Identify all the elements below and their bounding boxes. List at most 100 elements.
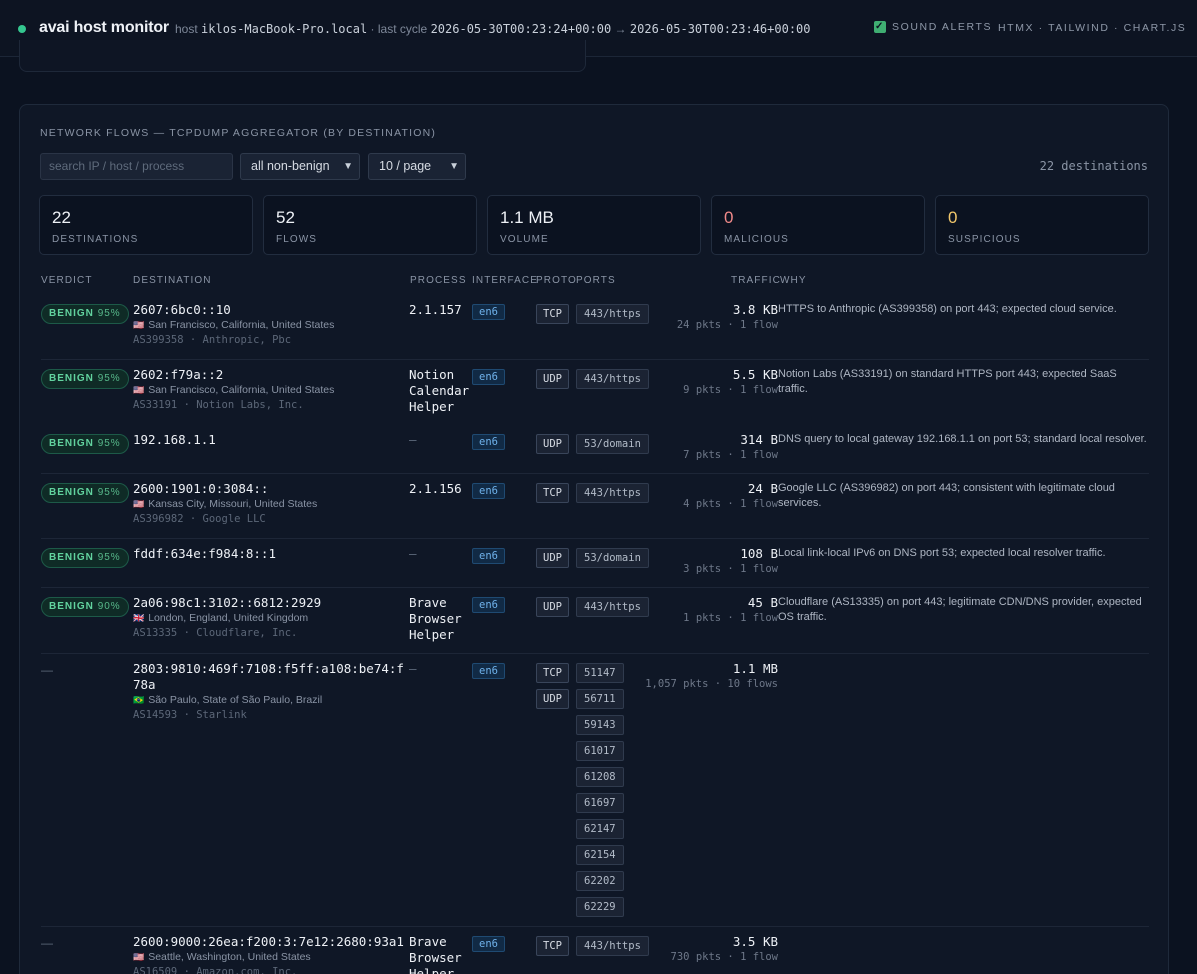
destination-ip: fddf:634e:f984:8::1 bbox=[133, 546, 276, 561]
destination-cell: 192.168.1.1 bbox=[133, 432, 411, 448]
destination-geo: 🇬🇧 London, England, United Kingdom bbox=[133, 612, 309, 624]
page-size-select[interactable]: 10 / page ▼ bbox=[368, 153, 466, 180]
destination-ip: 2600:1901:0:3084:: bbox=[133, 481, 269, 496]
destination-cell: 2600:1901:0:3084:: 🇺🇸 Kansas City, Missou… bbox=[133, 481, 411, 527]
stat-label: SUSPICIOUS bbox=[948, 234, 1021, 245]
checkbox-checked-icon[interactable]: ✓ bbox=[874, 21, 886, 33]
stat-value: 22 bbox=[52, 208, 71, 227]
destination-cell: 2a06:98c1:3102::6812:2929 🇬🇧 London, Engl… bbox=[133, 595, 411, 641]
verdict-reason: Local link-local IPv6 on DNS port 53; ex… bbox=[778, 547, 1106, 559]
app-title: avai host monitor bbox=[39, 19, 169, 36]
port-chip: 61208 bbox=[576, 767, 624, 787]
tech-stack: HTMX · TAILWIND · CHART.JS bbox=[998, 22, 1187, 34]
proto-badge: TCP bbox=[536, 936, 569, 956]
destination-geo: 🇺🇸 San Francisco, California, United Stat… bbox=[133, 384, 335, 396]
destination-cell: 2607:6bc0::10 🇺🇸 San Francisco, Californi… bbox=[133, 302, 411, 348]
sound-alerts-toggle[interactable]: ✓ SOUND ALERTS bbox=[874, 21, 992, 33]
proto-badge: UDP bbox=[536, 597, 569, 617]
interface-badge: en6 bbox=[472, 304, 505, 320]
verdict-badge: BENIGN 95% bbox=[41, 483, 129, 503]
cycle-label: · last cycle bbox=[370, 22, 428, 36]
port-chip: 61697 bbox=[576, 793, 624, 813]
interface-badge: en6 bbox=[472, 369, 505, 385]
table-row[interactable]: BENIGN 95% 2600:1901:0:3084:: 🇺🇸 Kansas C… bbox=[41, 474, 1149, 539]
traffic-volume: 3.5 KB bbox=[732, 934, 778, 949]
proto-badge: TCP bbox=[536, 483, 569, 503]
column-header-ports: PORTS bbox=[576, 275, 616, 286]
host-info: host iklos-MacBook-Pro.local · last cycl… bbox=[175, 22, 811, 36]
verdict-filter-select[interactable]: all non-benign ▼ bbox=[240, 153, 360, 180]
process-name: — bbox=[409, 432, 417, 447]
table-row[interactable]: BENIGN 95% 2607:6bc0::10 🇺🇸 San Francisco… bbox=[41, 295, 1149, 360]
table-row[interactable]: BENIGN 95% 192.168.1.1 — en6 UDP 53/doma… bbox=[41, 425, 1149, 474]
process-name: Brave Browser Helper bbox=[409, 595, 462, 642]
stat-label: FLOWS bbox=[276, 234, 318, 245]
page-size-value: 10 / page bbox=[379, 159, 432, 173]
panel-title: NETWORK FLOWS — TCPDUMP AGGREGATOR (BY D… bbox=[40, 127, 437, 139]
table-row[interactable]: — 2600:9000:26ea:f200:3:7e12:2680:93a1 🇺… bbox=[41, 927, 1149, 974]
stat-label: MALICIOUS bbox=[724, 234, 789, 245]
destination-ip: 2a06:98c1:3102::6812:2929 bbox=[133, 595, 322, 610]
destination-asn: AS33191 · Notion Labs, Inc. bbox=[133, 399, 304, 411]
destination-ip: 192.168.1.1 bbox=[133, 432, 216, 447]
column-header-traffic: TRAFFIC bbox=[731, 275, 781, 286]
destination-ip: 2602:f79a::2 bbox=[133, 367, 224, 382]
destination-cell: 2600:9000:26ea:f200:3:7e12:2680:93a1 🇺🇸 S… bbox=[133, 934, 411, 974]
port-chip: 443/https bbox=[576, 304, 649, 324]
verdict-badge: BENIGN 95% bbox=[41, 434, 129, 454]
country-flag-icon: 🇬🇧 bbox=[133, 613, 145, 623]
verdict-badge: BENIGN 95% bbox=[41, 548, 129, 568]
interface-badge: en6 bbox=[472, 483, 505, 499]
port-chip: 56711 bbox=[576, 689, 624, 709]
traffic-volume: 24 B bbox=[747, 481, 778, 496]
country-flag-icon: 🇺🇸 bbox=[133, 499, 145, 509]
process-name: 2.1.156 bbox=[409, 481, 462, 496]
destination-ip: 2600:9000:26ea:f200:3:7e12:2680:93a1 bbox=[133, 934, 404, 949]
process-name: 2.1.157 bbox=[409, 302, 462, 317]
country-flag-icon: 🇺🇸 bbox=[133, 320, 145, 330]
traffic-volume: 314 B bbox=[740, 432, 778, 447]
proto-badge: TCP bbox=[536, 663, 569, 683]
destination-cell: fddf:634e:f984:8::1 bbox=[133, 546, 411, 562]
table-row[interactable]: — 2803:9810:469f:7108:f5ff:a108:be74:f78… bbox=[41, 654, 1149, 927]
stat-label: DESTINATIONS bbox=[52, 234, 139, 245]
column-header-verdict: VERDICT bbox=[41, 275, 93, 286]
verdict-filter-value: all non-benign bbox=[251, 159, 330, 173]
traffic-packets: 3 pkts · 1 flow bbox=[683, 563, 778, 575]
proto-badge: UDP bbox=[536, 434, 569, 454]
traffic-packets: 24 pkts · 1 flow bbox=[676, 319, 778, 331]
destination-geo: 🇺🇸 Seattle, Washington, United States bbox=[133, 951, 311, 963]
column-header-why: WHY bbox=[780, 275, 807, 286]
port-chip: 443/https bbox=[576, 369, 649, 389]
table-row[interactable]: BENIGN 95% fddf:634e:f984:8::1 — en6 UDP… bbox=[41, 539, 1149, 588]
port-chip: 443/https bbox=[576, 936, 649, 956]
destination-count: 22 destinations bbox=[1039, 159, 1148, 173]
sound-alerts-label: SOUND ALERTS bbox=[892, 21, 993, 33]
traffic-volume: 108 B bbox=[740, 546, 778, 561]
verdict-reason: Cloudflare (AS13335) on port 443; legiti… bbox=[778, 596, 1142, 623]
process-name: Brave Browser Helper bbox=[409, 934, 462, 974]
port-chip: 51147 bbox=[576, 663, 624, 683]
table-row[interactable]: BENIGN 90% 2a06:98c1:3102::6812:2929 🇬🇧 L… bbox=[41, 588, 1149, 654]
host-label: host bbox=[175, 22, 198, 36]
destination-asn: AS396982 · Google LLC bbox=[133, 513, 266, 525]
destination-asn: AS399358 · Anthropic, Pbc bbox=[133, 334, 292, 346]
stat-value: 0 bbox=[724, 208, 734, 227]
search-input[interactable]: search IP / host / process bbox=[40, 153, 233, 180]
process-name: Notion Calendar Helper bbox=[409, 367, 470, 414]
proto-badge: UDP bbox=[536, 369, 569, 389]
stat-label: VOLUME bbox=[500, 234, 549, 245]
port-chip: 62229 bbox=[576, 897, 624, 917]
column-header-process: PROCESS bbox=[410, 275, 467, 286]
cycle-arrow: → bbox=[614, 22, 627, 36]
verdict-empty: — bbox=[41, 936, 53, 950]
stat-value: 52 bbox=[276, 208, 295, 227]
destination-geo: 🇺🇸 Kansas City, Missouri, United States bbox=[133, 498, 318, 510]
cycle-end: 2026-05-30T00:23:46+00:00 bbox=[629, 22, 811, 36]
interface-badge: en6 bbox=[472, 548, 505, 564]
stat-volume: 1.1 MB VOLUME bbox=[487, 195, 701, 255]
verdict-badge: BENIGN 95% bbox=[41, 304, 129, 324]
verdict-reason: DNS query to local gateway 192.168.1.1 o… bbox=[778, 433, 1147, 445]
column-header-interface: INTERFACE bbox=[472, 275, 539, 286]
interface-badge: en6 bbox=[472, 434, 505, 450]
